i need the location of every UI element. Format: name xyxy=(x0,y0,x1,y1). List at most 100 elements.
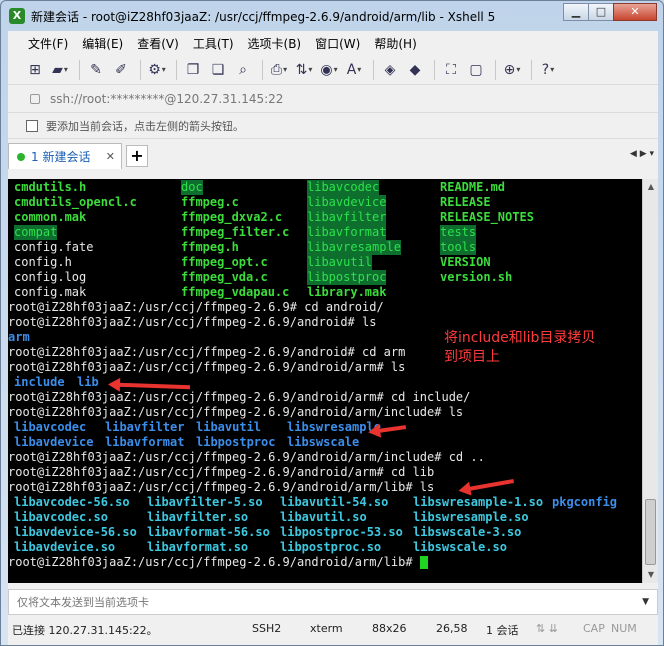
file-entry: config.mak xyxy=(14,285,87,299)
file-entry: libavdevice.so xyxy=(14,540,116,554)
compose-placeholder: 仅将文本发送到当前选项卡 xyxy=(17,596,149,609)
terminal-line: root@iZ28hf03jaaZ:/usr/ccj/ffmpeg-2.6.9#… xyxy=(8,300,384,314)
dir-entry: libswscale xyxy=(287,435,360,449)
font-icon[interactable]: A xyxy=(343,59,365,81)
maximize-button[interactable]: □ xyxy=(588,3,614,21)
menu-edit[interactable]: 编辑(E) xyxy=(82,35,123,52)
transfer-icon[interactable]: ⇅ xyxy=(293,59,315,81)
terminal-output[interactable]: cmdutils.h doc libavcodec README.md cmdutils… xyxy=(8,179,642,583)
dir-entry: pkgconfig xyxy=(552,495,618,509)
menu-tools[interactable]: 工具(T) xyxy=(193,35,234,52)
compose-bar[interactable]: 仅将文本发送到当前选项卡 ▼ xyxy=(8,589,658,615)
file-entry: libavutil xyxy=(307,255,373,270)
lock-icon[interactable]: ▢ xyxy=(465,59,487,81)
file-entry: common.mak xyxy=(14,210,87,224)
close-button[interactable]: ✕ xyxy=(613,3,657,21)
globe-icon[interactable]: ◉ xyxy=(318,59,340,81)
dir-entry: libavfilter xyxy=(105,420,185,434)
tab-bar: 1 新建会话 ✕ + ◀ ▶ ▾ xyxy=(8,139,658,169)
dir-entry: lib xyxy=(77,375,99,389)
xftp-icon[interactable]: ◈ xyxy=(379,59,401,81)
terminal-line: root@iZ28hf03jaaZ:/usr/ccj/ffmpeg-2.6.9/… xyxy=(8,405,464,419)
file-entry: cmdutils_opencl.c xyxy=(14,195,137,209)
menu-tab[interactable]: 选项卡(B) xyxy=(248,35,302,52)
fullscreen-icon[interactable]: ⛶ xyxy=(440,59,462,81)
toolbar-divider xyxy=(79,59,80,80)
file-entry: libpostproc-53.so xyxy=(280,525,403,539)
terminal-line: config.h ffmpeg_opt.c libavutil VERSION xyxy=(8,255,642,270)
file-entry: cmdutils.h xyxy=(14,180,87,194)
terminal-scrollbar[interactable]: ▲ ▼ xyxy=(642,179,658,583)
dir-entry: libavdevice xyxy=(14,435,94,449)
disconnect-icon[interactable]: ✐ xyxy=(110,59,132,81)
file-entry: libavdevice-56.so xyxy=(14,525,137,539)
prompt-text: root@iZ28hf03jaaZ:/usr/ccj/ffmpeg-2.6.9/… xyxy=(8,555,420,569)
open-folder-icon[interactable]: ▰ xyxy=(49,59,71,81)
chevron-down-icon[interactable]: ▼ xyxy=(642,597,649,607)
find-icon[interactable]: ⌕ xyxy=(232,59,254,81)
window-controls: ▁ □ ✕ xyxy=(563,3,657,21)
file-entry: ffmpeg_filter.c xyxy=(181,225,290,239)
scroll-arrows-icon[interactable]: ⇅ ⇊ xyxy=(536,622,558,635)
address-bar[interactable]: ssh://root:*********@120.27.31.145:22 xyxy=(8,85,658,113)
toolbar-divider xyxy=(495,59,496,80)
connection-status: 已连接 120.27.31.145:22。 xyxy=(12,624,158,637)
terminal-line: libavdevice.so libavformat.so libpostproc.… xyxy=(8,540,642,555)
annotation-line: 将include和lib目录拷贝 xyxy=(444,330,596,346)
scroll-down-icon[interactable]: ▼ xyxy=(643,567,659,583)
session-hint-bar: 要添加当前会话，点击左侧的箭头按钮。 xyxy=(8,113,658,139)
tab-session-1[interactable]: 1 新建会话 ✕ xyxy=(8,143,122,169)
tab-nav-icon[interactable]: ◀ ▶ ▾ xyxy=(630,149,654,159)
file-entry: libswscale-3.so xyxy=(413,525,522,539)
file-entry: libavresample xyxy=(307,240,401,255)
scroll-thumb[interactable] xyxy=(645,499,656,565)
xshell-logo-icon[interactable]: X xyxy=(9,8,25,24)
xmanager-icon[interactable]: ◆ xyxy=(404,59,426,81)
terminal-line: root@iZ28hf03jaaZ:/usr/ccj/ffmpeg-2.6.9/… xyxy=(8,465,435,479)
terminal-cursor xyxy=(419,556,428,569)
file-entry: ffmpeg_opt.c xyxy=(181,255,268,269)
annotation-note: 将include和lib目录拷贝 到项目上 xyxy=(444,329,595,367)
file-entry: libswresample-1.so xyxy=(413,495,544,509)
add-tab-button[interactable]: + xyxy=(126,145,148,167)
menu-file[interactable]: 文件(F) xyxy=(28,35,68,52)
file-entry: version.sh xyxy=(440,270,513,284)
terminal-line: config.log ffmpeg_vda.c libpostproc version… xyxy=(8,270,642,285)
file-entry: ffmpeg_vdapau.c xyxy=(181,285,290,299)
terminal-line: compat ffmpeg_filter.c libavformat tests xyxy=(8,225,642,240)
lock-icon xyxy=(30,93,40,104)
help-icon[interactable]: ? xyxy=(537,59,559,81)
copy-icon[interactable]: ❐ xyxy=(182,59,204,81)
protocol-status: SSH2 xyxy=(252,622,282,635)
terminal-line: cmdutils.h doc libavcodec README.md xyxy=(8,180,642,195)
connected-status-icon xyxy=(17,152,25,161)
properties-icon[interactable]: ⚙ xyxy=(146,59,168,81)
terminal-line: include lib xyxy=(8,375,642,390)
paste-icon[interactable]: ❏ xyxy=(207,59,229,81)
menu-help[interactable]: 帮助(H) xyxy=(374,35,416,52)
new-session-icon[interactable]: ⊞ xyxy=(24,59,46,81)
toolbar-divider xyxy=(531,59,532,80)
menu-view[interactable]: 查看(V) xyxy=(137,35,179,52)
dir-entry: libavcodec xyxy=(14,420,87,434)
file-entry: ffmpeg_vda.c xyxy=(181,270,268,284)
menu-window[interactable]: 窗口(W) xyxy=(315,35,360,52)
tab-close-icon[interactable]: ✕ xyxy=(106,150,115,163)
connect-icon[interactable]: ✎ xyxy=(85,59,107,81)
file-entry: tests xyxy=(440,225,477,240)
add-icon[interactable]: ⊕ xyxy=(501,59,523,81)
annotation-line: 到项目上 xyxy=(444,349,500,365)
file-entry: tools xyxy=(440,240,477,255)
toolbar-divider xyxy=(434,59,435,80)
print-icon[interactable]: ⎙ xyxy=(268,59,290,81)
listing-block: cmdutils.h doc libavcodec README.md cmdutils… xyxy=(8,180,642,300)
address-value[interactable]: ssh://root:*********@120.27.31.145:22 xyxy=(50,92,283,106)
session-bar-arrow-icon[interactable] xyxy=(26,119,38,132)
scroll-up-icon[interactable]: ▲ xyxy=(643,179,659,195)
minimize-button[interactable]: ▁ xyxy=(563,3,589,21)
file-entry: libavformat.so xyxy=(147,540,249,554)
dir-entry: include xyxy=(14,375,65,389)
terminal-line: root@iZ28hf03jaaZ:/usr/ccj/ffmpeg-2.6.9/… xyxy=(8,315,377,329)
num-indicator: NUM xyxy=(611,622,637,635)
file-entry: RELEASE xyxy=(440,195,491,209)
